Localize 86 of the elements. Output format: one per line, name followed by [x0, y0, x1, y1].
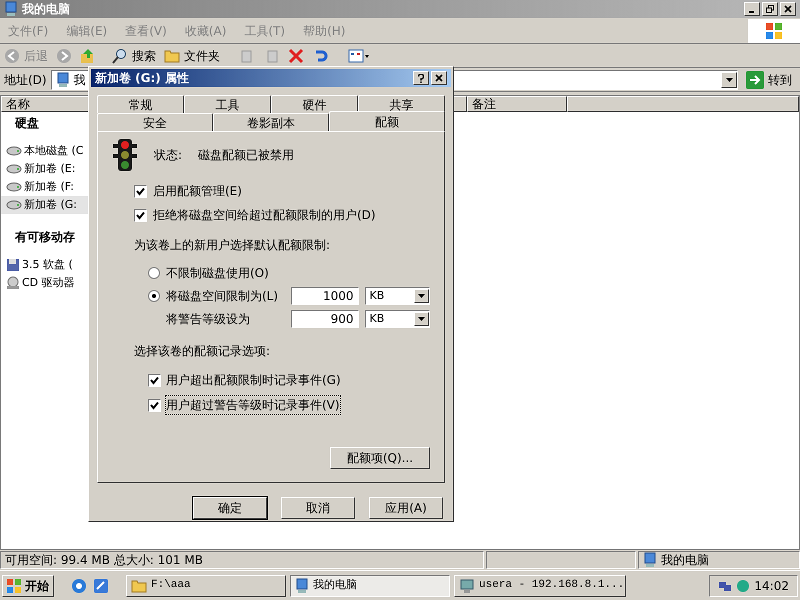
- computer-icon: [295, 578, 309, 594]
- radio-label: 将磁盘空间限制为(L): [166, 288, 280, 305]
- dialog-button[interactable]: 应用(A): [369, 497, 443, 519]
- traffic-light-icon: [112, 138, 138, 172]
- radio-button[interactable]: [148, 290, 160, 302]
- status-location: 我的电脑: [638, 551, 800, 569]
- network-computer-icon: [459, 578, 475, 594]
- drive-item[interactable]: 新加卷 (E:: [1, 160, 89, 178]
- restore-icon: [766, 5, 774, 13]
- drive-item[interactable]: 本地磁盘 (C: [1, 142, 89, 160]
- address-label: 地址(D): [4, 72, 47, 88]
- tab[interactable]: 卷影副本: [213, 113, 329, 131]
- go-button[interactable]: 转到: [742, 70, 796, 88]
- warning-field[interactable]: 900: [291, 310, 358, 328]
- drive-item[interactable]: 3.5 软盘 (: [1, 256, 89, 274]
- folders-button[interactable]: 文件夹: [164, 46, 220, 64]
- views-icon[interactable]: [348, 48, 370, 64]
- window-title: 我的电脑: [22, 1, 70, 18]
- browser-icon[interactable]: [70, 576, 88, 594]
- radio-label: 不限制磁盘使用(O): [166, 265, 270, 282]
- tab[interactable]: 配额: [329, 111, 445, 131]
- checkbox-label: 用户超过警告等级时记录事件(V): [165, 395, 341, 415]
- caret-icon: [726, 78, 732, 82]
- taskbar-button[interactable]: 我的电脑: [290, 574, 450, 596]
- caret-icon: [418, 317, 425, 321]
- tab[interactable]: 硬件: [271, 95, 358, 113]
- dialog-button[interactable]: 确定: [193, 497, 267, 519]
- drive-icon: [6, 182, 22, 192]
- folder-icon: [131, 578, 147, 592]
- drive-item[interactable]: CD 驱动器: [1, 274, 89, 292]
- drive-icon: [6, 146, 22, 156]
- status-value: 磁盘配额已被禁用: [198, 147, 294, 164]
- limit-field[interactable]: 1000: [291, 287, 358, 305]
- dialog-title: 新加卷 (G:) 属性: [95, 70, 189, 87]
- taskbar-button[interactable]: usera - 192.168.8.1...: [454, 574, 626, 596]
- checkbox-label: 拒绝将磁盘空间给超过配额限制的用户(D): [153, 207, 376, 224]
- group-heading: 有可移动存: [15, 230, 75, 244]
- computer-icon: [643, 552, 657, 568]
- drive-item[interactable]: 新加卷 (G:: [1, 196, 89, 214]
- floppy-icon: [6, 258, 20, 272]
- radio-button[interactable]: [148, 267, 160, 279]
- checkbox-label: 启用配额管理(E): [153, 183, 242, 200]
- field-label: 将警告等级设为: [166, 311, 251, 328]
- close-icon: [435, 74, 443, 82]
- computer-icon: [56, 72, 70, 88]
- column-header[interactable]: 备注: [467, 96, 567, 112]
- checkbox[interactable]: [134, 208, 147, 222]
- checkbox[interactable]: [134, 184, 147, 198]
- tab[interactable]: 常规: [97, 95, 184, 113]
- start-button[interactable]: 开始: [2, 574, 54, 596]
- drive-icon: [6, 164, 22, 174]
- section-heading: 选择该卷的配额记录选项:: [133, 343, 272, 360]
- search-button[interactable]: 搜索: [112, 46, 156, 64]
- quota-entries-button[interactable]: 配额项(Q)...: [330, 447, 430, 469]
- status-text: 可用空间: 99.4 MB 总大小: 101 MB: [0, 551, 484, 569]
- unit-dropdown[interactable]: KB: [364, 287, 430, 305]
- restore-button[interactable]: [762, 2, 778, 16]
- group-heading: 硬盘: [15, 116, 39, 130]
- help-button[interactable]: [413, 71, 429, 85]
- tab[interactable]: 工具: [184, 95, 271, 113]
- dialog-button[interactable]: 取消: [281, 497, 355, 519]
- checkbox[interactable]: [148, 398, 161, 412]
- windows-flag-icon: [7, 578, 21, 592]
- close-button[interactable]: [431, 71, 447, 85]
- windows-flag-icon: [765, 22, 783, 40]
- caret-icon: [418, 294, 425, 298]
- clock: 14:02: [754, 578, 789, 594]
- drive-icon: [6, 200, 22, 210]
- cd-drive-icon: [6, 276, 20, 290]
- tab[interactable]: 安全: [97, 113, 213, 131]
- checkbox-label: 用户超出配额限制时记录事件(G): [165, 372, 342, 389]
- status-label: 状态:: [154, 147, 182, 164]
- computer-icon: [4, 1, 18, 17]
- search-icon: [112, 48, 128, 64]
- help-icon: [418, 74, 424, 82]
- arrow-right-icon: [746, 70, 764, 88]
- section-heading: 为该卷上的新用户选择默认配额限制:: [133, 237, 332, 254]
- checkbox[interactable]: [148, 374, 161, 386]
- folder-icon: [164, 48, 180, 62]
- close-icon: [784, 5, 792, 13]
- unit-dropdown[interactable]: KB: [364, 310, 430, 328]
- close-button[interactable]: [780, 2, 796, 16]
- taskbar-button[interactable]: F:\aaa: [126, 574, 286, 596]
- delete-icon[interactable]: [288, 48, 304, 64]
- minimize-button[interactable]: [744, 2, 760, 16]
- drive-item[interactable]: 新加卷 (F:: [1, 178, 89, 196]
